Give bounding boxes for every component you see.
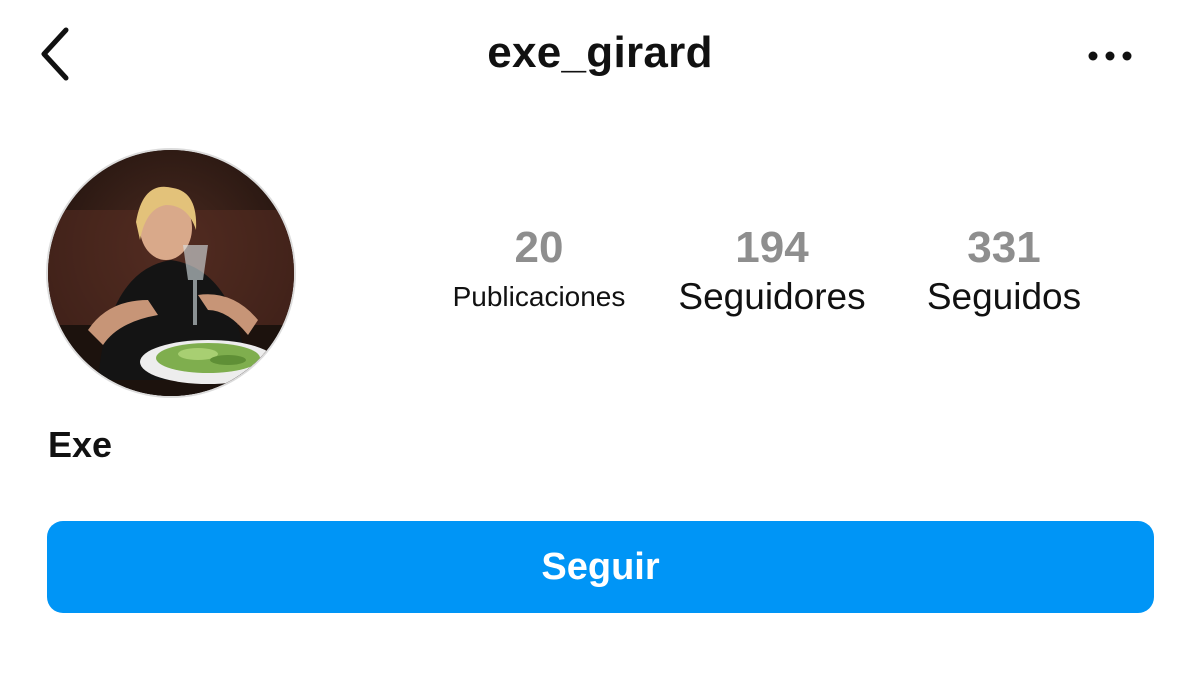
followers-label: Seguidores xyxy=(678,276,866,317)
avatar[interactable] xyxy=(48,150,294,396)
profile-display-name: Exe xyxy=(48,424,113,465)
followers-count: 194 xyxy=(735,223,809,272)
stat-posts[interactable]: 20 Publicaciones xyxy=(432,222,646,320)
profile-username: exe_girard xyxy=(487,28,713,77)
stat-followers[interactable]: 194 Seguidores xyxy=(662,222,882,320)
following-count: 331 xyxy=(967,223,1041,272)
follow-button[interactable]: Seguir xyxy=(47,521,1154,613)
posts-label: Publicaciones xyxy=(452,281,626,312)
profile-page: exe_girard 20 Publicaciones 194 Seguidor… xyxy=(0,0,1200,675)
following-label: Seguidos xyxy=(926,276,1082,317)
more-options-button[interactable] xyxy=(1078,36,1142,76)
stat-following[interactable]: 331 Seguidos xyxy=(906,222,1102,320)
posts-count: 20 xyxy=(514,223,564,272)
more-horizontal-icon xyxy=(1088,51,1132,61)
profile-photo xyxy=(48,150,294,396)
